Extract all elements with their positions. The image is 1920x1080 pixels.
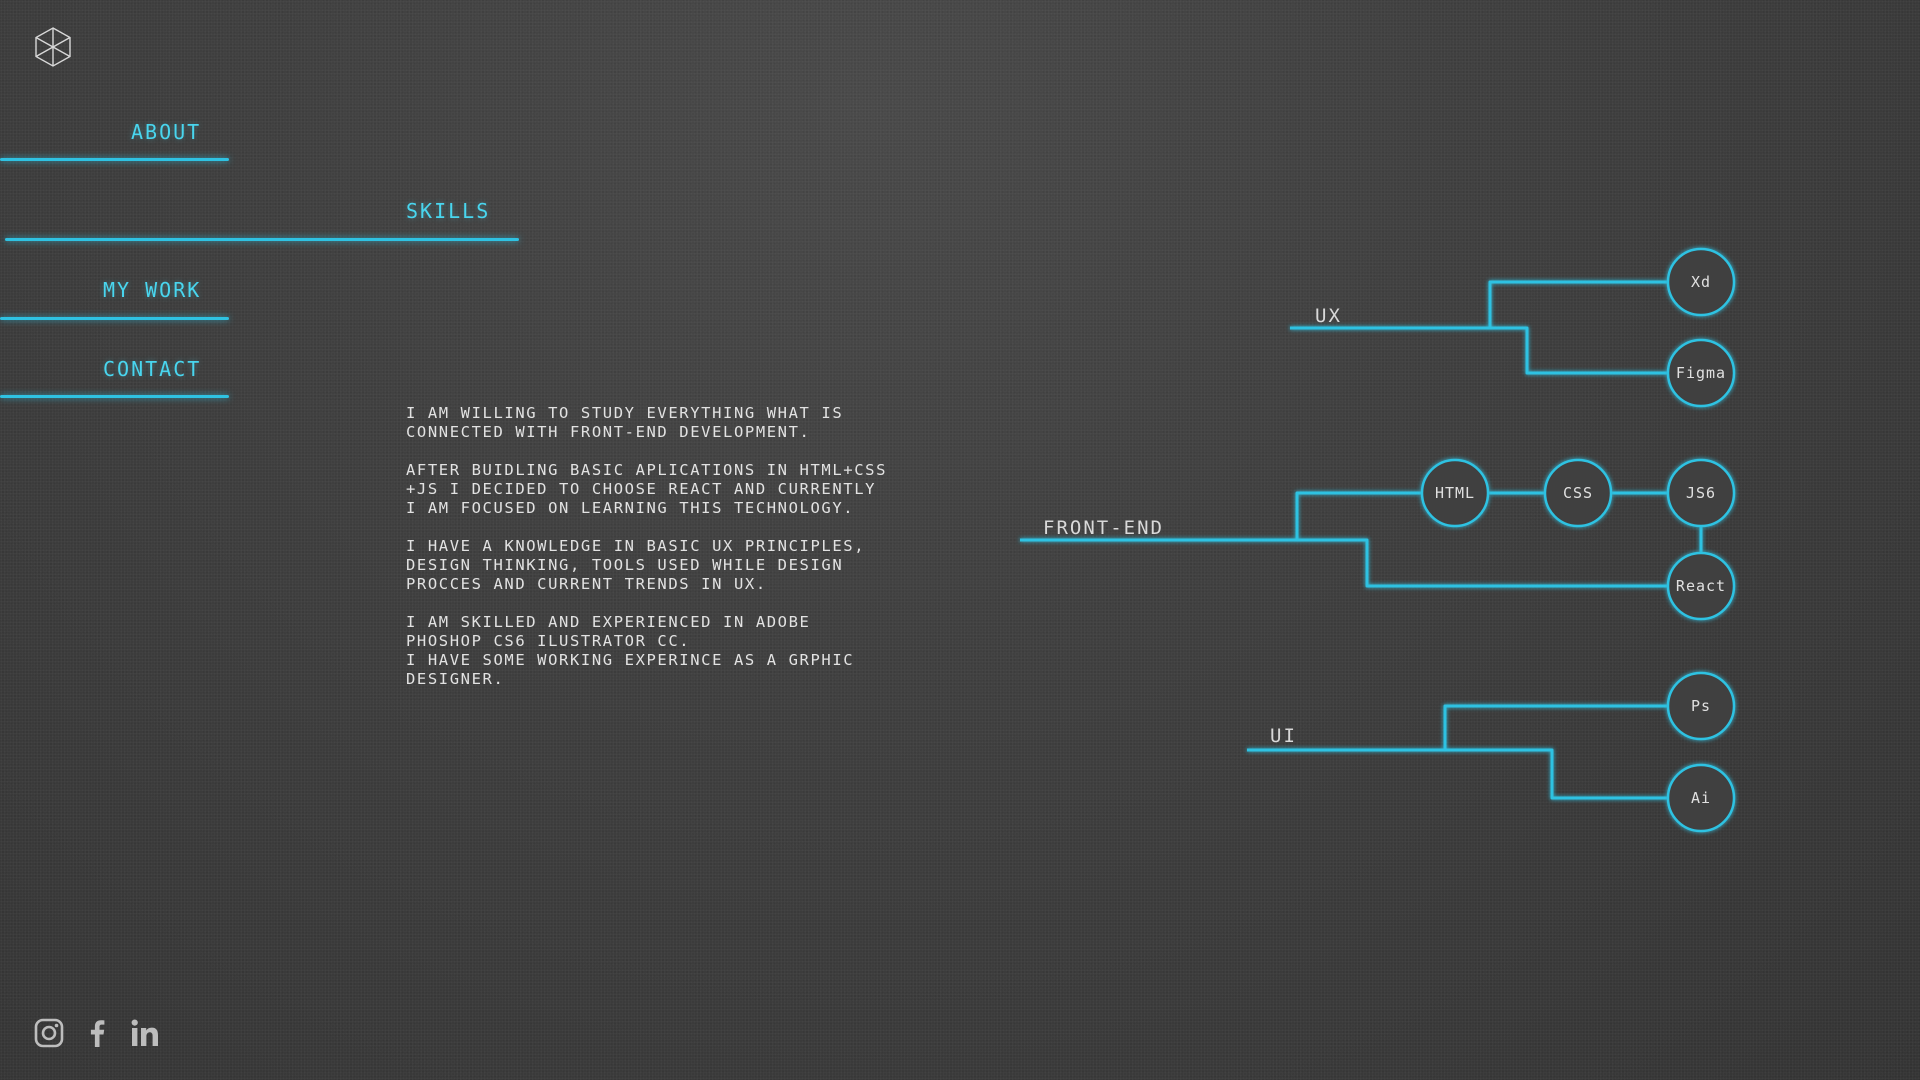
skill-label-ps: Ps [1691, 697, 1711, 715]
skill-group-front-end: FRONT-END [1043, 517, 1164, 539]
skill-label-css: CSS [1563, 484, 1593, 502]
skill-label-js6: JS6 [1686, 484, 1716, 502]
ux-branch-line [1290, 326, 1669, 375]
skill-group-ux: UX [1315, 305, 1342, 327]
skill-label-figma: Figma [1676, 364, 1726, 382]
skill-group-ui: UI [1270, 725, 1297, 747]
skill-label-ai: Ai [1691, 789, 1711, 807]
skill-label-xd: Xd [1691, 273, 1711, 291]
ui-ps-line [1443, 704, 1669, 750]
frontend-html-line [1295, 491, 1421, 540]
ux-xd-line [1488, 280, 1669, 328]
skill-label-react: React [1676, 577, 1726, 595]
ui-branch-line [1247, 748, 1669, 800]
skills-tree: UX FRONT-END UI Xd Figma HTML CSS JS6 Re… [1020, 247, 1736, 833]
linkedin-icon[interactable] [128, 1016, 162, 1050]
frontend-branch-line [1020, 538, 1669, 588]
facebook-icon[interactable] [80, 1016, 114, 1050]
skill-label-html: HTML [1435, 484, 1475, 502]
instagram-icon[interactable] [32, 1016, 66, 1050]
